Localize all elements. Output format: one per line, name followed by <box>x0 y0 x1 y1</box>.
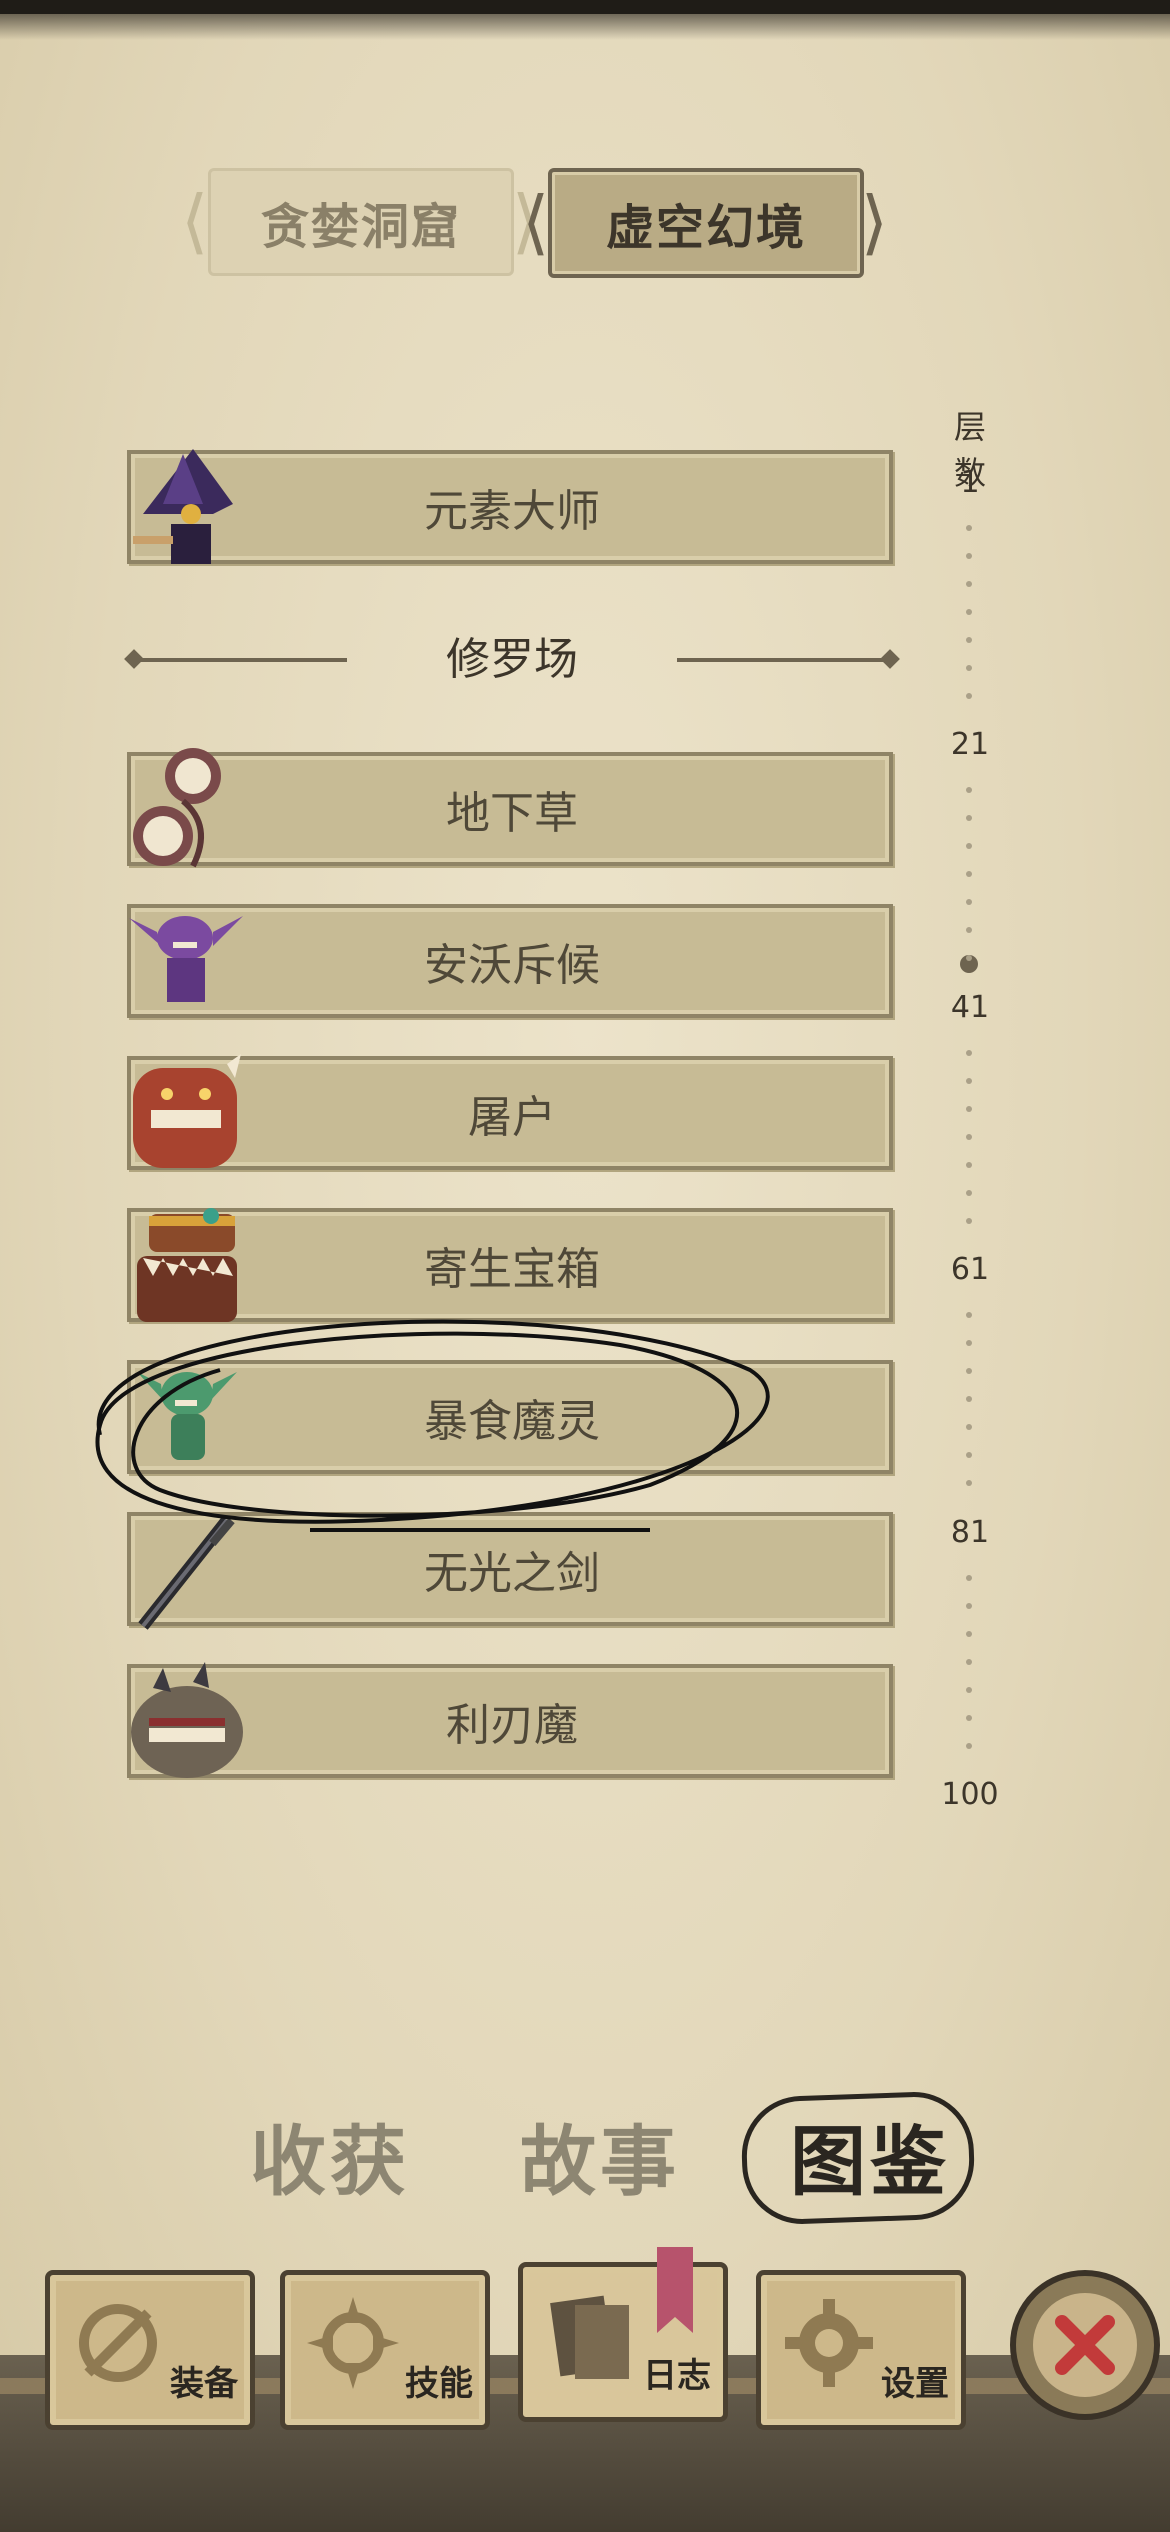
floor-tick <box>966 1715 972 1721</box>
floor-track[interactable]: 1 21 41 61 81 100 <box>940 455 1000 1815</box>
monster-row[interactable]: 利刃魔 <box>127 1662 897 1782</box>
nav-label: 装备 <box>170 2364 238 2404</box>
gear-icon <box>779 2293 879 2393</box>
monster-name: 利刃魔 <box>446 1700 578 1751</box>
tab-story[interactable]: 故事 <box>520 2100 680 2210</box>
monster-row[interactable]: 暴食魔灵 <box>127 1360 897 1478</box>
monster-name: 寄生宝箱 <box>424 1244 600 1295</box>
monster-row[interactable]: 安沃斥候 <box>127 904 897 1022</box>
nav-settings-button[interactable]: 设置 <box>756 2270 966 2430</box>
floor-tick <box>966 1218 972 1224</box>
floor-tick <box>966 1368 972 1374</box>
floor-tick <box>966 525 972 531</box>
bookmark-icon <box>657 2247 693 2333</box>
nav-label: 日志 <box>643 2356 711 2396</box>
floor-tick <box>966 1575 972 1581</box>
nav-label: 设置 <box>881 2364 949 2404</box>
floor-tick <box>966 1340 972 1346</box>
journal-pages-icon <box>541 2285 641 2385</box>
monster-row[interactable]: 寄生宝箱 <box>127 1208 897 1326</box>
floor-tick <box>966 1134 972 1140</box>
monster-name: 暴食魔灵 <box>424 1396 600 1447</box>
tab-harvest[interactable]: 收获 <box>250 2100 410 2210</box>
tab-label: 贪婪洞窟 <box>260 199 461 255</box>
floor-tick <box>966 1659 972 1665</box>
floor-tick <box>966 553 972 559</box>
axe-icon <box>68 2293 168 2393</box>
floor-tick <box>966 843 972 849</box>
nav-journal-button[interactable]: 日志 <box>518 2247 728 2422</box>
floor-tick <box>966 637 972 643</box>
bracket-left-icon: ⟨ <box>522 181 552 263</box>
monster-name: 地下草 <box>446 788 578 839</box>
floor-tick <box>966 1162 972 1168</box>
floor-tick <box>966 899 972 905</box>
floor-tick <box>966 1050 972 1056</box>
floor-label: 100 <box>941 1777 999 1812</box>
tab-label: 虚空幻境 <box>605 200 806 256</box>
floor-tick <box>966 1106 972 1112</box>
monster-name: 无光之剑 <box>424 1548 600 1599</box>
floor-tick <box>966 1687 972 1693</box>
floor-tick <box>966 1631 972 1637</box>
bracket-left-icon: ⟨ <box>181 180 211 262</box>
floor-label: 21 <box>950 727 990 762</box>
monster-row-boss[interactable]: 元素大师 <box>127 449 897 568</box>
monster-row[interactable]: 地下草 <box>127 748 897 870</box>
nav-equipment-button[interactable]: 装备 <box>45 2270 255 2430</box>
skill-rune-icon <box>303 2293 403 2393</box>
floor-tick <box>966 1424 972 1430</box>
floor-tick <box>966 1190 972 1196</box>
floor-tick <box>966 787 972 793</box>
nav-skill-button[interactable]: 技能 <box>280 2270 490 2430</box>
floor-tick <box>966 665 972 671</box>
monster-row[interactable]: 无光之剑 <box>127 1512 897 1630</box>
nav-label: 技能 <box>405 2364 473 2404</box>
close-icon <box>1033 2293 1137 2397</box>
floor-tick <box>966 927 972 933</box>
floor-tick <box>966 955 972 961</box>
floor-tick <box>966 1078 972 1084</box>
section-divider: 修罗场 <box>124 620 900 700</box>
floor-label: 61 <box>950 1252 990 1287</box>
top-border <box>0 0 1170 40</box>
floor-tick <box>966 1743 972 1749</box>
floor-tick <box>966 609 972 615</box>
floor-tick <box>966 1452 972 1458</box>
floor-tick <box>966 1312 972 1318</box>
tab-codex[interactable]: 图鉴 <box>790 2100 950 2210</box>
floor-label: 81 <box>950 1515 990 1550</box>
monster-name: 屠户 <box>468 1092 556 1143</box>
floor-label: 1 <box>960 465 980 500</box>
floor-tick <box>966 1603 972 1609</box>
monster-name: 安沃斥候 <box>424 940 600 991</box>
floor-tick <box>966 815 972 821</box>
monster-name: 元素大师 <box>424 486 600 537</box>
tab-void-realm[interactable]: ⟨ 虚空幻境 ⟩ <box>522 168 888 278</box>
floor-tick <box>966 1480 972 1486</box>
monster-row[interactable]: 屠户 <box>127 1054 897 1174</box>
dungeon-tabs: ⟨ 贪婪洞窟 ⟩ ⟨ 虚空幻境 ⟩ <box>0 168 1170 278</box>
bracket-right-icon: ⟩ <box>860 181 890 263</box>
tab-greedy-cave[interactable]: ⟨ 贪婪洞窟 ⟩ <box>181 168 539 276</box>
journal-tabs: 收获 故事 图鉴 <box>0 2080 1170 2227</box>
floor-label: 41 <box>950 990 990 1025</box>
section-title: 修罗场 <box>446 634 578 685</box>
close-button[interactable] <box>1010 2270 1160 2420</box>
floor-tick <box>966 1396 972 1402</box>
floor-tick <box>966 693 972 699</box>
floor-tick <box>966 871 972 877</box>
floor-tick <box>966 581 972 587</box>
